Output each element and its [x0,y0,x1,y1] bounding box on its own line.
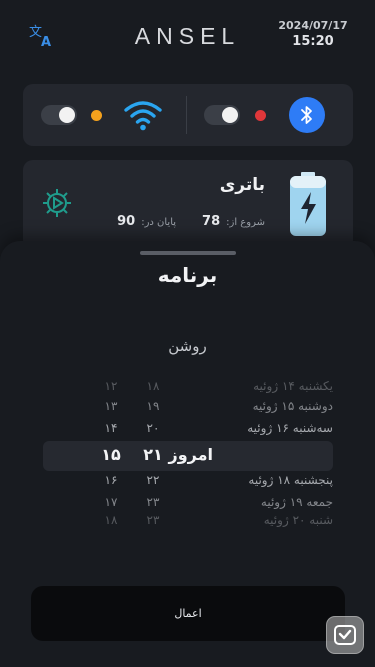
picker-day: امروز [168,445,214,464]
picker-minute: ۱۴ [104,421,118,435]
picker-hour: ۲۳ [146,513,160,527]
wifi-toggle-knob [59,107,75,123]
picker-row[interactable]: ۱۶ ۲۲ پنجشنبه ۱۸ ژوئیه [43,473,333,495]
gear-icon[interactable] [41,187,73,219]
wifi-icon[interactable] [123,98,163,132]
battery-title: باتری [219,175,265,195]
schedule-title: برنامه [157,263,218,287]
brand-logo: ANSEL [100,22,275,50]
date-time: 2024/07/17 15:20 [273,19,353,49]
picker-hour: ۲۳ [146,495,160,509]
apply-button-label: اعمال [174,607,202,620]
bluetooth-toggle-knob [222,107,238,123]
picker-minute: ۱۶ [104,473,118,487]
check-badge-icon[interactable] [326,616,364,654]
battery-start-label: شروع از: [226,217,265,228]
battery-end-value: 90 [117,214,136,229]
apply-button[interactable]: اعمال [31,586,345,641]
connection-card [23,84,353,146]
picker-minute: ۱۷ [104,495,118,509]
battery-start-value: 78 [202,214,221,229]
picker-row[interactable]: ۱۳ ۱۹ دوشنبه ۱۵ ژوئیه [43,399,333,421]
picker-hour: ۲۰ [146,421,160,435]
picker-hour: ۱۹ [146,399,160,413]
picker-day: دوشنبه ۱۵ ژوئیه [252,399,333,413]
picker-row[interactable]: ۱۴ ۲۰ سه‌شنبه ۱۶ ژوئیه [43,421,333,443]
bluetooth-status-dot [255,110,266,121]
picker-minute: ۱۵ [101,445,121,464]
translate-icon[interactable]: 文 A [27,22,57,50]
picker-hour: ۱۸ [146,379,160,393]
picker-day: یکشنبه ۱۴ ژوئیه [253,379,333,393]
picker-row[interactable]: ۱۸ ۲۳ شنبه ۲۰ ژوئیه [43,513,333,535]
schedule-mode[interactable]: روشن [0,337,375,355]
picker-day: سه‌شنبه ۱۶ ژوئیه [247,421,333,435]
bluetooth-toggle[interactable] [204,105,240,125]
battery-icon [290,172,326,236]
wifi-toggle[interactable] [41,105,77,125]
battery-end-label: پایان در: [141,217,177,228]
wifi-status-dot [91,110,102,121]
current-time: 15:20 [292,34,334,49]
svg-text:A: A [41,35,51,50]
sheet-drag-handle[interactable] [140,251,236,255]
connection-divider [186,96,187,134]
brand-logo-text: ANSEL [134,22,241,49]
picker-day: شنبه ۲۰ ژوئیه [263,513,333,527]
battery-card: باتری شروع از: 78 پایان در: 90 [23,160,353,250]
current-date: 2024/07/17 [278,19,348,32]
picker-row-selected[interactable]: ۱۵ ۲۱ امروز [43,445,333,467]
picker-hour: ۲۲ [146,473,160,487]
top-bar: 文 A ANSEL 2024/07/17 15:20 [0,0,375,70]
picker-day: پنجشنبه ۱۸ ژوئیه [248,473,333,487]
picker-minute: ۱۸ [104,513,118,527]
battery-thresholds: شروع از: 78 پایان در: 90 [117,214,265,229]
bluetooth-icon[interactable] [289,97,325,133]
schedule-sheet: برنامه روشن ۱۲ ۱۸ یکشنبه ۱۴ ژوئیه ۱۳ ۱۹ دوشنب… [0,241,375,667]
date-time-picker[interactable]: ۱۲ ۱۸ یکشنبه ۱۴ ژوئیه ۱۳ ۱۹ دوشنبه ۱۵ ژوئیه ۱۴… [43,379,333,529]
picker-minute: ۱۳ [104,399,118,413]
picker-day: جمعه ۱۹ ژوئیه [260,495,333,509]
picker-row[interactable]: ۱۲ ۱۸ یکشنبه ۱۴ ژوئیه [43,379,333,401]
picker-minute: ۱۲ [104,379,118,393]
